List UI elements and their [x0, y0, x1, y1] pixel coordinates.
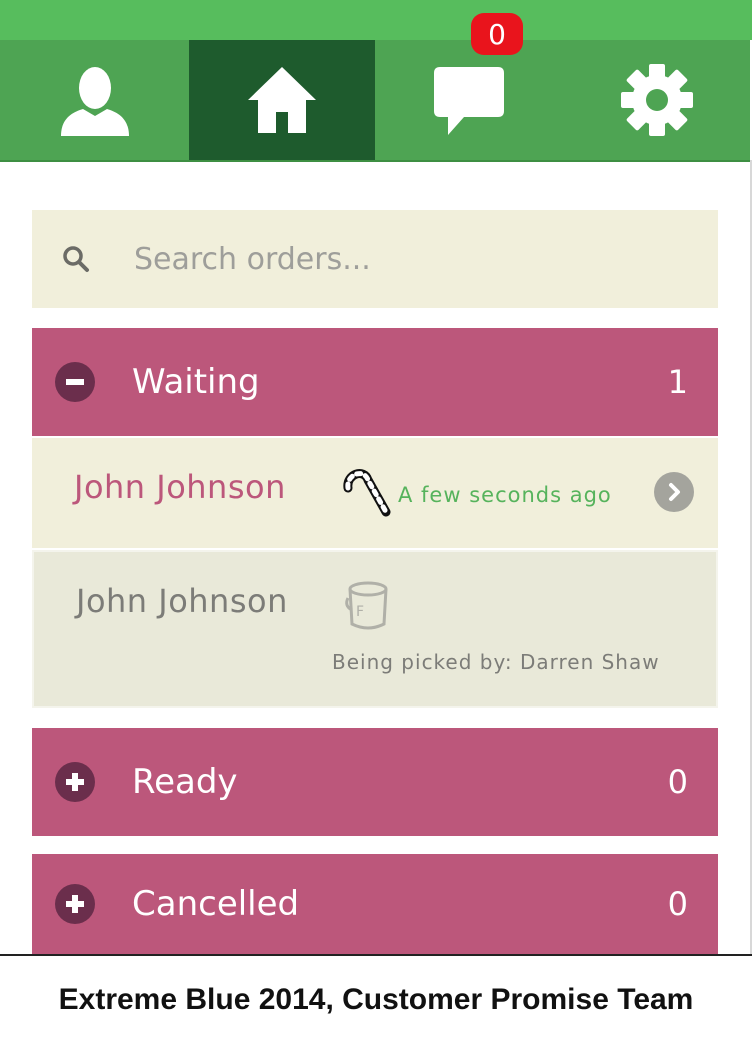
chat-bubble-icon: [434, 67, 504, 135]
plus-circle-icon[interactable]: [55, 762, 95, 802]
section-title: Ready: [132, 762, 238, 802]
tab-profile[interactable]: [0, 40, 189, 160]
customer-name: John Johnson: [74, 468, 286, 506]
footer-credit: Extreme Blue 2014, Customer Promise Team: [0, 954, 752, 1044]
section-count: 0: [667, 763, 688, 801]
section-title: Waiting: [132, 362, 260, 402]
order-row[interactable]: John Johnson A few seconds ago: [32, 438, 718, 550]
tab-home[interactable]: [189, 40, 375, 160]
section-count: 1: [667, 363, 688, 401]
chevron-right-icon[interactable]: [654, 472, 694, 512]
gear-icon: [620, 64, 693, 136]
minus-circle-icon[interactable]: [55, 362, 95, 402]
order-row[interactable]: John Johnson F Being picked by: Darren S…: [32, 550, 718, 708]
customer-name: John Johnson: [76, 582, 288, 620]
search-bar: [32, 210, 718, 308]
home-icon: [248, 67, 316, 133]
top-navigation: [0, 40, 750, 162]
message-count-badge: 0: [471, 13, 523, 55]
svg-text:F: F: [356, 604, 364, 620]
candy-cane-icon: [340, 466, 392, 522]
section-count: 0: [667, 885, 688, 923]
order-time: A few seconds ago: [398, 483, 612, 507]
plus-circle-icon[interactable]: [55, 884, 95, 924]
section-cancelled-header[interactable]: Cancelled 0: [32, 854, 718, 954]
tab-messages[interactable]: [375, 40, 563, 160]
top-status-strip: [0, 0, 752, 40]
tab-settings[interactable]: [563, 40, 750, 160]
paint-bucket-icon: F: [344, 580, 392, 636]
picked-by-text: Being picked by: Darren Shaw: [332, 650, 660, 674]
search-input[interactable]: [132, 240, 676, 278]
section-waiting-header[interactable]: Waiting 1: [32, 328, 718, 436]
search-icon: [62, 245, 92, 273]
section-title: Cancelled: [132, 884, 300, 924]
person-icon: [60, 67, 129, 136]
section-ready-header[interactable]: Ready 0: [32, 728, 718, 836]
